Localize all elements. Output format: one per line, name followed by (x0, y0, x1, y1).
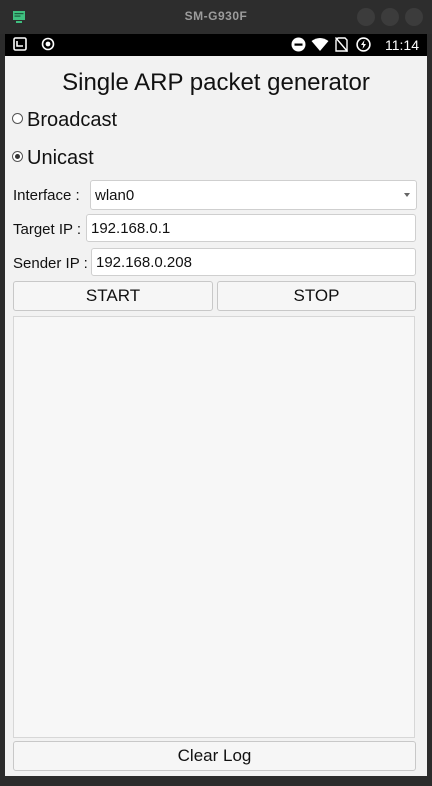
broadcast-radio[interactable] (12, 113, 23, 125)
unicast-label: Unicast (27, 147, 94, 169)
status-time: 11:14 (385, 37, 419, 53)
target-ip-label: Target IP : (13, 221, 82, 238)
clear-log-button[interactable]: Clear Log (13, 741, 416, 771)
screenshot-icon (13, 37, 27, 51)
sender-ip-label: Sender IP : (13, 255, 88, 272)
unicast-radio[interactable] (12, 151, 23, 163)
minimize-button[interactable] (357, 8, 375, 26)
close-button[interactable] (405, 8, 423, 26)
no-sim-icon (335, 37, 348, 52)
do-not-disturb-icon (291, 37, 306, 52)
interface-label: Interface : (13, 187, 80, 204)
status-bar: 11:14 (5, 34, 427, 56)
dropdown-arrow-icon (404, 193, 410, 197)
target-ip-field[interactable]: 192.168.0.1 (86, 214, 416, 242)
interface-dropdown[interactable]: wlan0 (90, 180, 417, 210)
log-area[interactable] (13, 316, 415, 738)
target-ip-value: 192.168.0.1 (91, 220, 171, 237)
record-icon (41, 37, 55, 51)
battery-charging-icon (356, 37, 371, 52)
start-button[interactable]: START (13, 281, 213, 311)
window-titlebar: SM-G930F (0, 0, 432, 34)
sender-ip-value: 192.168.0.208 (96, 254, 192, 271)
window-bottom-edge (0, 776, 432, 786)
maximize-button[interactable] (381, 8, 399, 26)
app-screen: Single ARP packet generator Broadcast Un… (5, 56, 427, 776)
unicast-radio-option[interactable]: Unicast (12, 147, 94, 173)
sender-ip-field[interactable]: 192.168.0.208 (91, 248, 416, 276)
wifi-icon (311, 38, 329, 51)
broadcast-label: Broadcast (27, 109, 118, 131)
page-title: Single ARP packet generator (62, 69, 370, 96)
broadcast-radio-option[interactable]: Broadcast (12, 109, 117, 135)
stop-button[interactable]: STOP (217, 281, 416, 311)
interface-value: wlan0 (95, 187, 135, 204)
